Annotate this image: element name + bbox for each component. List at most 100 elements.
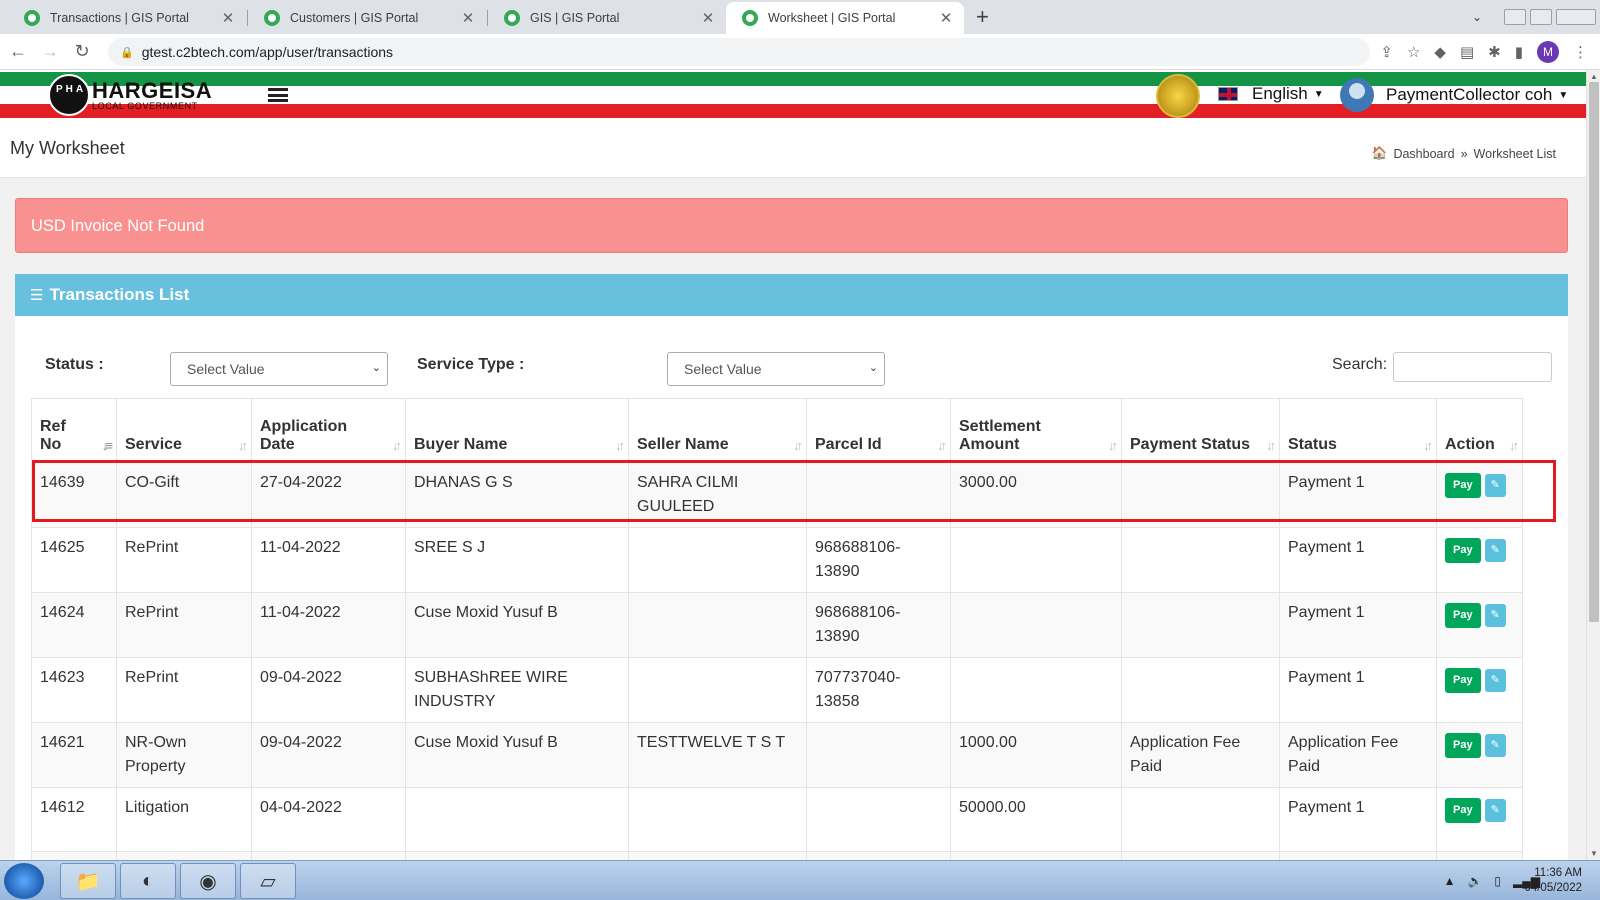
new-tab-button[interactable]: + xyxy=(976,4,989,30)
caret-down-icon[interactable]: ▼ xyxy=(1314,89,1324,100)
column-header-action[interactable]: Action ↓↑ xyxy=(1436,398,1523,463)
chrome-browser-icon[interactable]: ◉ xyxy=(180,863,236,899)
status-filter-select[interactable]: Select Value ⌄ xyxy=(170,352,388,386)
profile-avatar[interactable]: M xyxy=(1537,41,1559,63)
extensions-puzzle-icon[interactable]: ✱ xyxy=(1488,43,1501,61)
bookmark-star-icon[interactable]: ☆ xyxy=(1407,43,1420,61)
cell-buyer-name: SREE S J xyxy=(405,527,629,593)
page-scrollbar[interactable]: ▲ ▼ xyxy=(1586,70,1600,860)
sort-icon[interactable]: ↓↑ xyxy=(937,438,947,453)
share-icon[interactable]: ⇪ xyxy=(1380,43,1393,61)
address-bar[interactable]: 🔒 gtest.c2btech.com/app/user/transaction… xyxy=(108,38,1370,66)
sort-icon[interactable]: ↓↑ xyxy=(1266,438,1276,453)
column-header-application-date[interactable]: Application Date ↓↑ xyxy=(251,398,406,463)
volume-icon[interactable]: 🔈 xyxy=(1467,874,1482,888)
browser-tab-worksheet[interactable]: Worksheet | GIS Portal ✕ xyxy=(726,2,964,34)
close-tab-icon[interactable]: ✕ xyxy=(700,9,716,27)
tray-expand-icon[interactable]: ▲ xyxy=(1444,874,1456,888)
tab-title: Customers | GIS Portal xyxy=(290,11,419,25)
sort-icon[interactable]: ↓↑ xyxy=(392,438,402,453)
pay-button[interactable]: Pay xyxy=(1445,798,1481,823)
browser-tab-gis[interactable]: GIS | GIS Portal ✕ xyxy=(488,2,726,34)
app-window-icon[interactable]: ▱ xyxy=(240,863,296,899)
close-tab-icon[interactable]: ✕ xyxy=(938,9,954,27)
edit-icon[interactable]: ✎ xyxy=(1484,799,1506,822)
browser-tab-transactions[interactable]: Transactions | GIS Portal ✕ xyxy=(8,2,246,34)
sort-icon[interactable]: ↓≡ xyxy=(102,438,113,453)
scroll-down-arrow-icon[interactable]: ▼ xyxy=(1590,849,1598,858)
home-icon[interactable]: 🏠 xyxy=(1372,146,1388,161)
pay-button[interactable]: Pay xyxy=(1445,668,1481,693)
user-name[interactable]: PaymentCollector coh xyxy=(1386,85,1552,105)
back-arrow-icon[interactable]: ← xyxy=(4,41,32,62)
portal-favicon-icon xyxy=(742,10,758,26)
logo-subtitle: LOCAL GOVERNMENT xyxy=(92,100,198,111)
restore-window-button[interactable] xyxy=(1530,9,1552,25)
side-panel-icon[interactable]: ▮ xyxy=(1515,43,1523,61)
column-header-status[interactable]: Status ↓↑ xyxy=(1279,398,1437,463)
start-button[interactable] xyxy=(4,863,44,899)
hargeisa-logo[interactable]: PHA HARGEISA LOCAL GOVERNMENT xyxy=(48,74,212,116)
edit-icon[interactable]: ✎ xyxy=(1484,474,1506,497)
breadcrumb-dashboard[interactable]: Dashboard xyxy=(1393,147,1454,161)
table-row: 14623 RePrint 09-04-2022 SUBHAShREE WIRE IN… xyxy=(31,657,1523,723)
pay-button[interactable]: Pay xyxy=(1445,733,1481,758)
service-type-filter-value[interactable]: Select Value xyxy=(684,361,762,377)
system-clock[interactable]: 11:36 AM 04/05/2022 xyxy=(1524,866,1582,896)
browser-menu-icon[interactable]: ⋮ xyxy=(1573,43,1588,61)
cell-payment-status xyxy=(1121,657,1280,723)
column-header-ref-no[interactable]: Ref No ↓≡ xyxy=(31,398,117,463)
column-header-seller-name[interactable]: Seller Name ↓↑ xyxy=(628,398,807,463)
chevron-down-icon[interactable]: ⌄ xyxy=(372,361,381,374)
pay-button[interactable]: Pay xyxy=(1445,538,1481,563)
sort-icon[interactable]: ↓↑ xyxy=(615,438,625,453)
status-filter-value[interactable]: Select Value xyxy=(187,361,265,377)
column-header-settlement-amount[interactable]: Settlement Amount ↓↑ xyxy=(950,398,1122,463)
tab-search-chevron-icon[interactable]: ⌄ xyxy=(1472,10,1482,24)
service-type-filter-select[interactable]: Select Value ⌄ xyxy=(667,352,885,386)
sort-icon[interactable]: ↓↑ xyxy=(793,438,803,453)
close-window-button[interactable] xyxy=(1556,9,1596,25)
file-explorer-icon[interactable]: 📁 xyxy=(60,863,116,899)
url-text[interactable]: gtest.c2btech.com/app/user/transactions xyxy=(142,44,393,60)
reload-icon[interactable]: ↻ xyxy=(68,41,96,62)
extension-clipboard-icon[interactable]: ▤ xyxy=(1460,43,1474,61)
cell-service: CO-Gift xyxy=(116,462,252,528)
edit-icon[interactable]: ✎ xyxy=(1484,604,1506,627)
close-tab-icon[interactable]: ✕ xyxy=(460,9,476,27)
lock-icon[interactable]: 🔒 xyxy=(120,46,134,59)
extension-shield-icon[interactable]: ◆ xyxy=(1434,43,1446,61)
minimize-window-button[interactable] xyxy=(1504,9,1526,25)
user-menu[interactable]: PaymentCollector coh ▼ xyxy=(1340,78,1568,112)
edge-browser-icon[interactable]: ◐ xyxy=(120,863,176,899)
scroll-up-arrow-icon[interactable]: ▲ xyxy=(1590,72,1598,81)
language-label[interactable]: English xyxy=(1252,84,1308,104)
hamburger-menu-icon[interactable] xyxy=(268,88,288,102)
search-input[interactable] xyxy=(1393,352,1552,382)
column-header-payment-status[interactable]: Payment Status ↓↑ xyxy=(1121,398,1280,463)
battery-icon[interactable]: ▯ xyxy=(1494,874,1501,888)
cell-ref-no: 14639 xyxy=(31,462,117,528)
pay-button[interactable]: Pay xyxy=(1445,603,1481,628)
caret-down-icon[interactable]: ▼ xyxy=(1558,90,1568,101)
close-tab-icon[interactable]: ✕ xyxy=(220,9,236,27)
column-header-parcel-id[interactable]: Parcel Id ↓↑ xyxy=(806,398,951,463)
edit-icon[interactable]: ✎ xyxy=(1484,734,1506,757)
sort-icon[interactable]: ↓↑ xyxy=(1108,438,1118,453)
user-avatar[interactable] xyxy=(1340,78,1374,112)
sort-icon[interactable]: ↓↑ xyxy=(1509,438,1519,453)
chevron-down-icon[interactable]: ⌄ xyxy=(869,361,878,374)
cell-buyer-name: DHANAS G S xyxy=(405,462,629,528)
sort-icon[interactable]: ↓↑ xyxy=(1423,438,1433,453)
column-header-service[interactable]: Service ↓↑ xyxy=(116,398,252,463)
scrollbar-thumb[interactable] xyxy=(1589,82,1599,622)
sort-icon[interactable]: ↓↑ xyxy=(238,438,248,453)
language-selector[interactable]: English ▼ xyxy=(1218,84,1324,104)
forward-arrow-icon[interactable]: → xyxy=(36,41,64,62)
edit-icon[interactable]: ✎ xyxy=(1484,669,1506,692)
edit-icon[interactable]: ✎ xyxy=(1484,539,1506,562)
pay-button[interactable]: Pay xyxy=(1445,473,1481,498)
browser-tab-customers[interactable]: Customers | GIS Portal ✕ xyxy=(248,2,486,34)
cell-parcel-id: 968688106-13890 xyxy=(806,527,951,593)
column-header-buyer-name[interactable]: Buyer Name ↓↑ xyxy=(405,398,629,463)
